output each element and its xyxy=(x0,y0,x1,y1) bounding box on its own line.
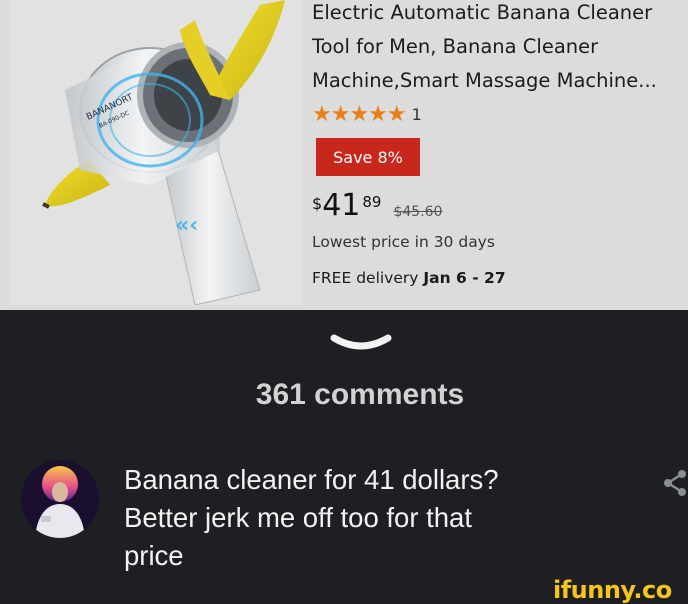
price-fraction: 89 xyxy=(362,193,382,211)
old-price: $45.60 xyxy=(393,204,443,220)
product-info: Electric Automatic Banana Cleaner Tool f… xyxy=(312,0,688,310)
product-title[interactable]: Electric Automatic Banana Cleaner Tool f… xyxy=(312,0,688,98)
comment-text: Banana cleaner for 41 dollars? Better je… xyxy=(124,461,594,575)
avatar[interactable] xyxy=(21,460,99,538)
avatar-image xyxy=(21,460,99,538)
product-image[interactable]: «‹ BANANORT BA-090-DC xyxy=(10,0,302,305)
price-currency: $ xyxy=(312,194,323,213)
comments-count[interactable]: 361 comments xyxy=(0,378,688,412)
price-whole: 41 xyxy=(322,188,361,223)
product-title-line: Machine,Smart Massage Machine... xyxy=(312,69,657,92)
delivery-info: FREE delivery Jan 6 - 27 xyxy=(312,269,506,287)
svg-text:«‹: «‹ xyxy=(175,213,198,238)
comment-line: price xyxy=(124,540,184,571)
comment-line: Banana cleaner for 41 dollars? xyxy=(124,464,499,495)
banana-cleaner-image: «‹ BANANORT BA-090-DC xyxy=(42,0,285,305)
rating[interactable]: ★★★★★ 1 xyxy=(312,101,422,126)
delivery-dates: Jan 6 - 27 xyxy=(423,269,506,287)
product-title-line: Tool for Men, Banana Cleaner xyxy=(312,35,599,58)
price: $ 41 89 $45.60 xyxy=(312,189,442,223)
save-badge: Save 8% xyxy=(316,138,420,176)
rating-count: 1 xyxy=(411,104,422,124)
product-card[interactable]: «‹ BANANORT BA-090-DC Electric Automatic… xyxy=(0,0,688,310)
chevron-down-icon[interactable] xyxy=(328,330,394,356)
product-title-line: Electric Automatic Banana Cleaner xyxy=(312,1,653,24)
delivery-prefix: FREE delivery xyxy=(312,269,424,287)
star-rating-icon: ★★★★★ xyxy=(312,101,407,126)
lowest-price-note: Lowest price in 30 days xyxy=(312,233,495,251)
ifunny-watermark: ifunny.co xyxy=(553,576,672,604)
share-icon[interactable] xyxy=(660,468,688,498)
comment-line: Better jerk me off too for that xyxy=(124,502,472,533)
